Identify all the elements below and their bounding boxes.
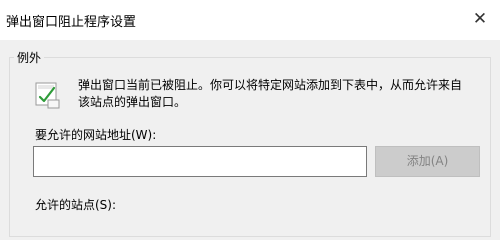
popup-blocked-icon	[35, 82, 60, 109]
address-input[interactable]	[33, 146, 367, 177]
title-bar: 弹出窗口阻止程序设置 ✕	[0, 0, 500, 40]
exceptions-legend: 例外	[14, 49, 45, 66]
close-icon: ✕	[472, 9, 488, 29]
allowed-sites-label: 允许的站点(S):	[35, 198, 117, 212]
info-message: 弹出窗口当前已被阻止。你可以将特定网站添加到下表中，从而允许来自该站点的弹出窗口…	[78, 78, 463, 109]
close-button[interactable]: ✕	[466, 6, 494, 32]
dialog-title: 弹出窗口阻止程序设置	[6, 15, 137, 30]
add-button[interactable]: 添加(A)	[375, 146, 480, 177]
address-label: 要允许的网站地址(W):	[35, 128, 157, 142]
popup-blocker-settings-dialog: 弹出窗口阻止程序设置 ✕ 例外 弹出窗口当前已被阻止。你可以将特定网站添加到下表…	[0, 0, 500, 237]
